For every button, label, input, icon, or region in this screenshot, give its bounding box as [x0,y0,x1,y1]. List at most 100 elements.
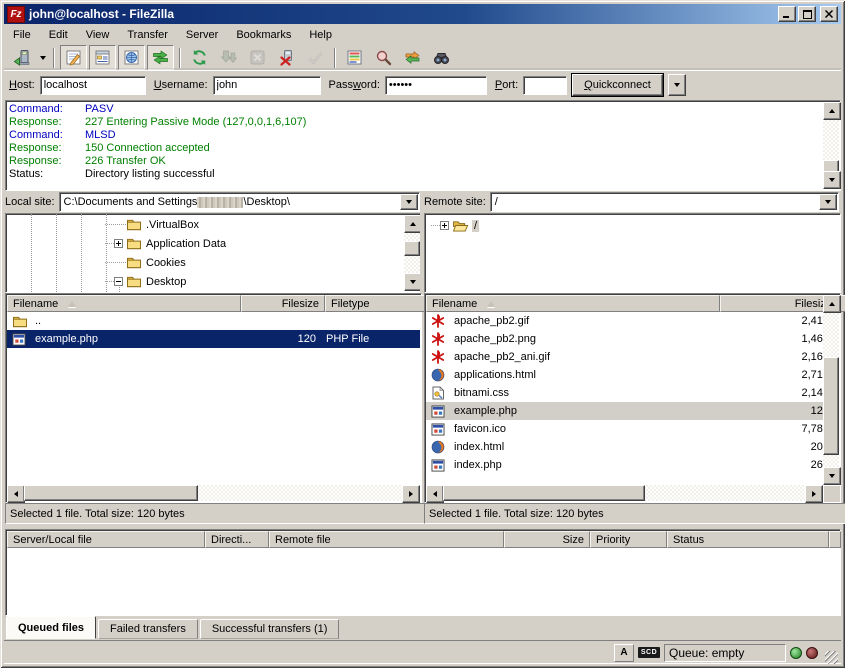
tab-failed-transfers[interactable]: Failed transfers [98,619,198,639]
site-manager-icon [13,49,30,66]
menu-item-file[interactable]: File [4,27,40,43]
remote-list-vscrollbar-down-button[interactable] [823,467,841,485]
password-input[interactable] [385,76,487,95]
file-search-button[interactable] [370,45,397,70]
remote-list-hscrollbar-left-button[interactable] [426,485,444,503]
toggle-transfer-queue-button[interactable] [147,45,174,70]
column-header-filesize[interactable]: Filesize [241,295,325,312]
menu-item-edit[interactable]: Edit [40,27,77,43]
column-header-priority[interactable]: Priority [590,531,667,548]
directory-comparison-button[interactable] [428,45,455,70]
remote-list-vscrollbar-thumb[interactable] [823,357,839,455]
quickconnect-dropdown-button[interactable] [668,74,686,96]
menu-item-bookmarks[interactable]: Bookmarks [227,27,300,43]
file-row-index-html[interactable]: index.html202 [426,438,823,456]
datatype-indicator-icon[interactable]: A [614,644,634,662]
log-type-label: Response: [9,116,85,129]
column-header-filesize[interactable]: Filesize [720,295,838,312]
directory-listing-filters-button[interactable] [341,45,368,70]
tree-item-desktop[interactable]: Desktop [6,272,403,291]
local-list-hscrollbar-thumb[interactable] [24,485,198,501]
file-row-apache-pb2-ani-gif[interactable]: apache_pb2_ani.gif2,160 [426,348,823,366]
filezilla-window: Fz john@localhost - FileZilla FileEditVi… [0,0,845,668]
remote-list-hscrollbar[interactable] [426,485,823,501]
local-list-hscrollbar[interactable] [7,485,420,501]
remote-list-hscrollbar-right-button[interactable] [805,485,823,503]
message-log-scrollbar-down-button[interactable] [823,171,841,189]
file-row-favicon-ico[interactable]: favicon.ico7,782 [426,420,823,438]
port-input[interactable] [523,76,567,95]
quickconnect-button[interactable]: Quickconnect [572,74,663,96]
message-log-scrollbar[interactable] [823,102,839,189]
title-bar[interactable]: Fz john@localhost - FileZilla [4,4,841,24]
process-queue-button [215,45,242,70]
local-site-dropdown-button[interactable] [400,194,418,210]
file-row-apache-pb2-png[interactable]: apache_pb2.png1,463 [426,330,823,348]
image-file-icon [12,333,29,346]
close-button[interactable] [820,6,838,22]
remote-file-list: FilenameFilesize apache_pb2.gif2,414apac… [424,293,841,503]
local-list-hscrollbar-left-button[interactable] [7,485,25,503]
tree-item-item[interactable]: / [431,216,838,235]
local-list-hscrollbar-right-button[interactable] [402,485,420,503]
cell-text: 2,142 [801,387,823,399]
sort-ascending-icon [68,301,76,307]
tree-expander-plus-icon[interactable] [114,239,123,248]
message-log-scrollbar-up-button[interactable] [823,102,841,120]
column-header-filetype[interactable]: Filetype [325,295,425,312]
tab-successful-transfers-1[interactable]: Successful transfers (1) [200,619,340,639]
local-site-combobox[interactable]: C:\Documents and Settings\Desktop\ [59,192,420,212]
cell-text: index.html [454,441,504,453]
site-manager-button[interactable] [8,45,35,70]
site-manager-dropdown-button[interactable] [36,46,49,69]
filesize-cell: 2,414 [718,315,823,327]
resize-grip-icon[interactable] [825,651,838,664]
column-header-status[interactable]: Status [667,531,829,548]
menu-item-server[interactable]: Server [177,27,227,43]
remote-site-dropdown-button[interactable] [819,194,837,210]
menu-item-transfer[interactable]: Transfer [118,27,177,43]
file-row-apache-pb2-gif[interactable]: apache_pb2.gif2,414 [426,312,823,330]
maximize-button[interactable] [798,6,816,22]
tree-item-virtualbox[interactable]: .VirtualBox [6,215,403,234]
tree-connector [105,224,126,225]
refresh-icon [191,49,208,66]
tree-item-application-data[interactable]: Application Data [6,234,403,253]
disconnect-button[interactable] [273,45,300,70]
remote-list-vscrollbar[interactable] [823,295,839,485]
file-row-applications-html[interactable]: applications.html2,713 [426,366,823,384]
column-header-filename[interactable]: Filename [426,295,720,312]
tree-expander-minus-icon[interactable] [114,277,123,286]
column-header-server-local-file[interactable]: Server/Local file [7,531,205,548]
local-tree-scrollbar[interactable] [404,215,420,291]
remote-tree-icon [123,49,140,66]
file-row-example-php[interactable]: example.php120PHP File1 [7,330,420,348]
menu-item-help[interactable]: Help [300,27,341,43]
host-input[interactable] [40,76,146,95]
speed-limit-icon[interactable]: SCD [638,647,660,658]
file-row-bitnami-css[interactable]: bitnami.css2,142 [426,384,823,402]
remote-list-vscrollbar-up-button[interactable] [823,295,841,313]
remote-site-combobox[interactable]: / [490,192,839,212]
tree-item-cookies[interactable]: Cookies [6,253,403,272]
remote-list-hscrollbar-thumb[interactable] [443,485,645,501]
minimize-button[interactable] [778,6,796,22]
column-header-size[interactable]: Size [504,531,590,548]
menu-item-view[interactable]: View [77,27,119,43]
toggle-local-tree-button[interactable] [89,45,116,70]
column-header-filename[interactable]: Filename [7,295,241,312]
username-input[interactable] [213,76,321,95]
tree-expander-plus-icon[interactable] [440,221,449,230]
file-row-index-php[interactable]: index.php267 [426,456,823,474]
filetype-cell: PHP File [321,333,419,345]
refresh-button[interactable] [186,45,213,70]
column-header-remote-file[interactable]: Remote file [269,531,504,548]
tab-queued-files[interactable]: Queued files [6,616,96,639]
file-row-item[interactable]: .. [7,312,420,330]
toggle-remote-tree-button[interactable] [118,45,145,70]
local-tree-scrollbar-thumb[interactable] [404,241,420,256]
column-header-directi[interactable]: Directi... [205,531,269,548]
synchronized-browsing-button[interactable] [399,45,426,70]
file-row-example-php[interactable]: example.php120 [426,402,823,420]
toggle-message-log-button[interactable] [60,45,87,70]
